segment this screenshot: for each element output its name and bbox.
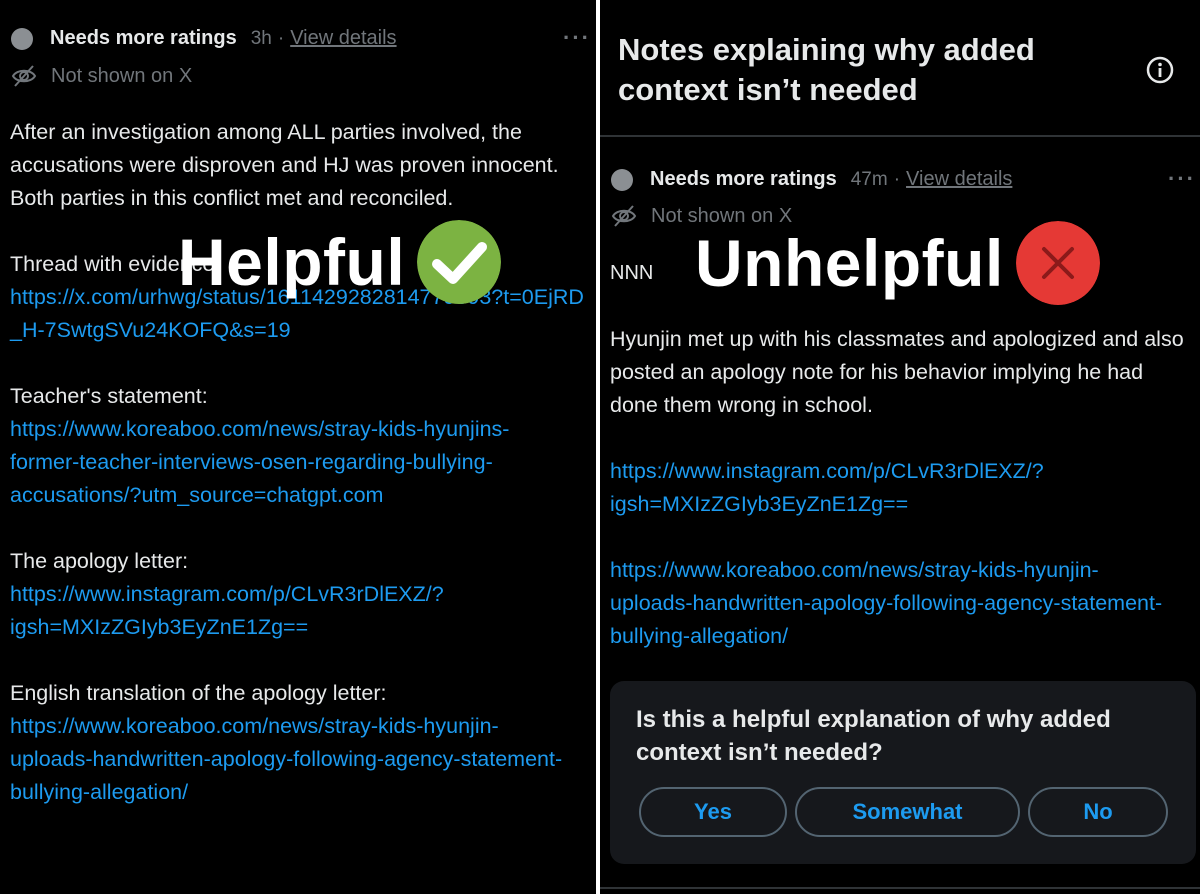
eye-slash-icon [611, 205, 637, 227]
rating-question: Is this a helpful explanation of why add… [636, 706, 1111, 766]
more-options-icon[interactable]: ··· [1168, 166, 1196, 192]
view-details-link[interactable]: View details [290, 27, 396, 50]
bottom-divider [600, 887, 1200, 889]
note-status-row: Needs more ratings 3h · View details [11, 27, 397, 50]
page-title: Notes explaining why added context isn’t… [618, 32, 1035, 107]
note-status: Needs more ratings [50, 27, 237, 49]
helpful-stamp-text: Helpful [178, 225, 406, 299]
note-author: NNN [610, 262, 654, 284]
note-time: 47m [850, 168, 888, 190]
unhelpful-stamp: Unhelpful [695, 221, 1100, 305]
separator: · [893, 168, 901, 190]
status-dot-icon [11, 27, 33, 50]
eye-slash-icon [11, 65, 37, 87]
note-status: Needs more ratings [650, 168, 837, 190]
unhelpful-note-panel: Notes explaining why added context isn’t… [600, 0, 1200, 894]
instagram-link[interactable]: https://www.instagram.com/p/CLvR3rDlEXZ/… [610, 455, 1150, 521]
translation-link[interactable]: https://www.koreaboo.com/news/stray-kids… [10, 710, 570, 809]
more-options-icon[interactable]: ··· [563, 25, 591, 51]
visibility-row: Not shown on X [11, 63, 192, 89]
note-time: 3h [250, 27, 272, 49]
separator: · [277, 27, 285, 49]
note-body: Hyunjin met up with his classmates and a… [610, 323, 1190, 653]
no-button[interactable]: No [1028, 787, 1168, 837]
koreaboo-link[interactable]: https://www.koreaboo.com/news/stray-kids… [610, 554, 1180, 653]
header-divider [600, 135, 1200, 137]
apology-section: The apology letter: https://www.instagra… [10, 545, 588, 644]
section-label: English translation of the apology lette… [10, 681, 387, 705]
teacher-section: Teacher's statement: https://www.koreabo… [10, 380, 588, 512]
info-icon[interactable] [1146, 56, 1174, 84]
note-status-row: Needs more ratings 47m · View details [611, 168, 1012, 191]
section-label: The apology letter: [10, 549, 189, 573]
unhelpful-stamp-text: Unhelpful [695, 226, 1004, 300]
apology-link[interactable]: https://www.instagram.com/p/CLvR3rDlEXZ/… [10, 578, 540, 644]
note-text: Hyunjin met up with his classmates and a… [610, 327, 1184, 417]
translation-section: English translation of the apology lette… [10, 677, 588, 809]
somewhat-button[interactable]: Somewhat [795, 787, 1020, 837]
x-mark-icon [1015, 221, 1100, 305]
note-text: After an investigation among ALL parties… [10, 120, 559, 210]
checkmark-icon [417, 220, 502, 304]
rating-prompt: Is this a helpful explanation of why add… [610, 681, 1196, 864]
section-label: Teacher's statement: [10, 384, 208, 408]
yes-button[interactable]: Yes [639, 787, 787, 837]
view-details-link[interactable]: View details [906, 168, 1012, 191]
helpful-stamp: Helpful [178, 220, 502, 304]
helpful-note-panel: Needs more ratings 3h · View details ···… [0, 0, 596, 894]
not-shown-label: Not shown on X [51, 64, 193, 87]
teacher-link[interactable]: https://www.koreaboo.com/news/stray-kids… [10, 413, 530, 512]
status-dot-icon [611, 168, 633, 191]
